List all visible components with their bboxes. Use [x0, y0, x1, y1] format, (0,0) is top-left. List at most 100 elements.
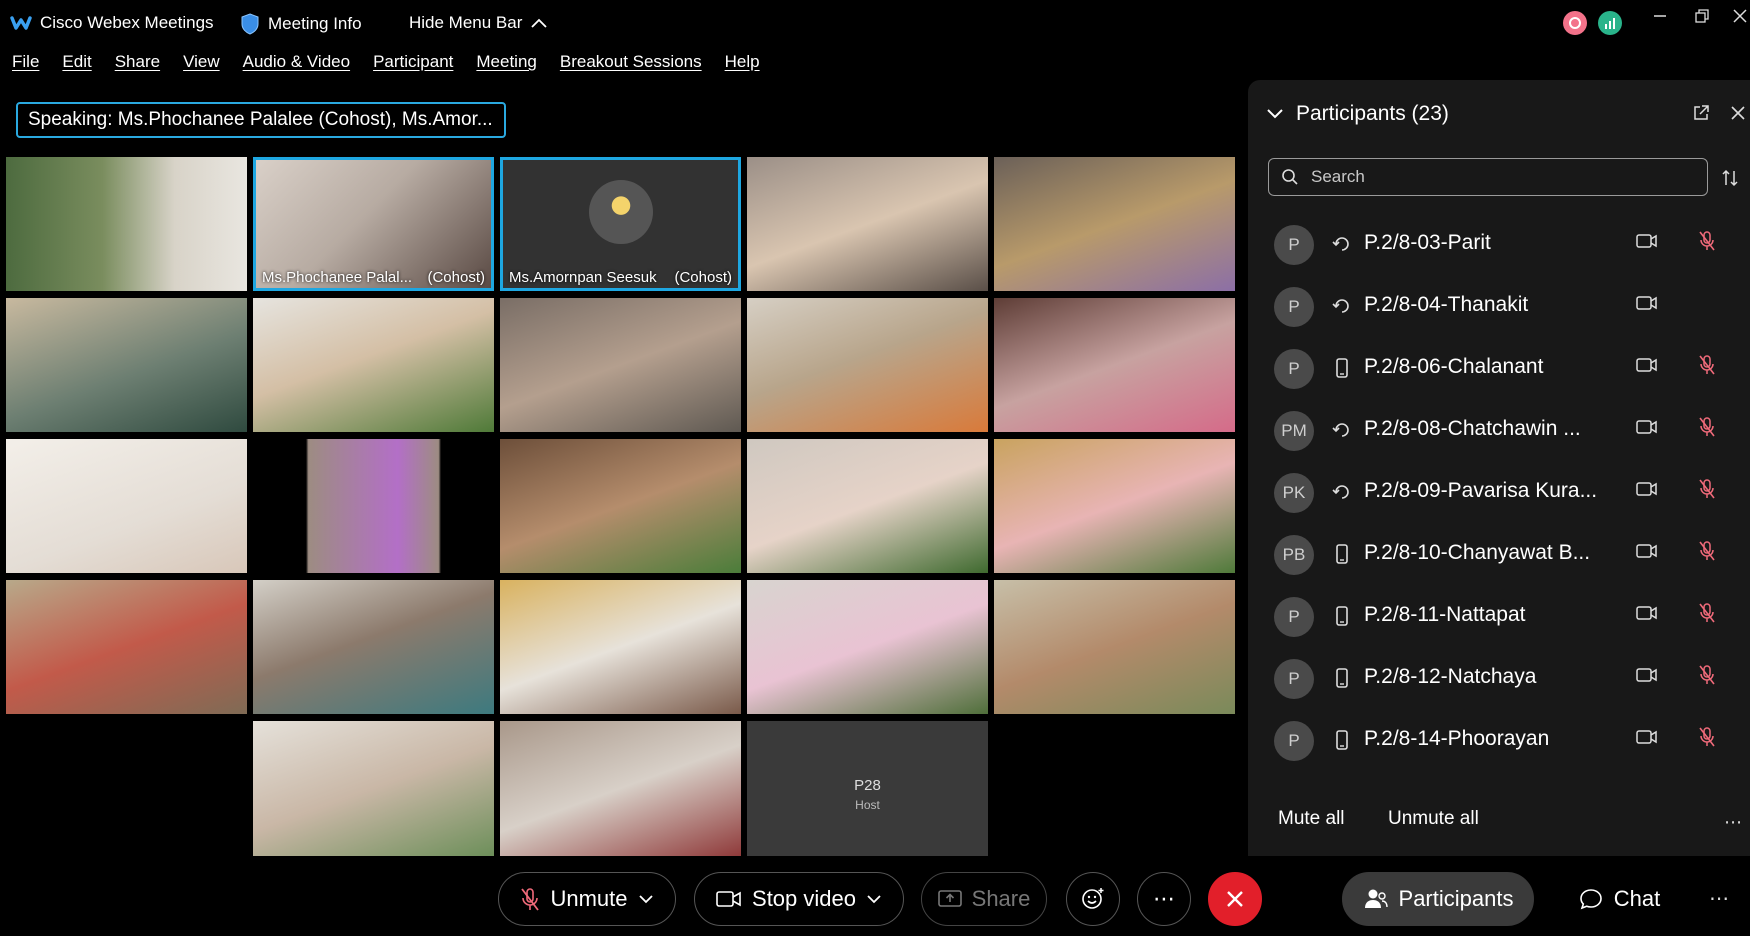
avatar: P	[1274, 349, 1314, 389]
unmute-all-button[interactable]: Unmute all	[1388, 808, 1479, 830]
close-window-icon[interactable]	[1732, 8, 1748, 24]
video-tile[interactable]	[500, 580, 741, 714]
more-icon[interactable]: ⋯	[1709, 886, 1729, 911]
video-tile[interactable]	[6, 157, 247, 291]
network-health-icon[interactable]	[1598, 11, 1622, 35]
search-input[interactable]	[1309, 166, 1693, 188]
video-tile[interactable]	[253, 298, 494, 432]
video-tile[interactable]	[747, 298, 988, 432]
sort-icon[interactable]	[1720, 168, 1740, 188]
camera-icon[interactable]	[1636, 233, 1658, 249]
menu-meeting[interactable]: Meeting	[476, 52, 536, 72]
video-tile[interactable]	[747, 439, 988, 573]
menu-file[interactable]: File	[12, 52, 39, 72]
menu-bar: File Edit Share View Audio & Video Parti…	[12, 52, 783, 72]
pop-out-icon[interactable]	[1692, 104, 1710, 122]
app-title: Cisco Webex Meetings	[10, 13, 214, 33]
muted-mic-icon[interactable]	[1698, 540, 1716, 562]
camera-icon[interactable]	[1636, 357, 1658, 373]
video-tile[interactable]	[6, 580, 247, 714]
participant-row[interactable]: P P.2/8-12-Natchaya	[1248, 644, 1750, 713]
sync-audio-icon	[1330, 418, 1354, 442]
video-tile[interactable]	[994, 580, 1235, 714]
menu-participant[interactable]: Participant	[373, 52, 453, 72]
video-tile[interactable]	[253, 580, 494, 714]
muted-mic-icon[interactable]	[1698, 354, 1716, 376]
share-button[interactable]: Share	[921, 872, 1047, 926]
speaking-names: Ms.Phochanee Palalee (Cohost), Ms.Amor..…	[117, 109, 493, 130]
video-tile[interactable]	[6, 298, 247, 432]
menu-breakout-sessions[interactable]: Breakout Sessions	[560, 52, 702, 72]
participant-name-label: Ms.Amornpan Seesuk	[509, 269, 657, 286]
participant-row[interactable]: PK P.2/8-09-Pavarisa Kura...	[1248, 458, 1750, 527]
camera-icon[interactable]	[1636, 481, 1658, 497]
webex-logo-icon	[10, 15, 32, 31]
camera-icon[interactable]	[1636, 605, 1658, 621]
participant-row[interactable]: P P.2/8-14-Phoorayan	[1248, 706, 1750, 775]
camera-icon[interactable]	[1636, 295, 1658, 311]
chevron-down-icon[interactable]	[1266, 108, 1284, 120]
more-options-button[interactable]: ⋯	[1137, 872, 1191, 926]
camera-icon[interactable]	[1636, 543, 1658, 559]
muted-mic-icon[interactable]	[1698, 664, 1716, 686]
leave-meeting-button[interactable]	[1208, 872, 1262, 926]
video-tile[interactable]	[6, 439, 247, 573]
avatar: PK	[1274, 473, 1314, 513]
participant-row[interactable]: PB P.2/8-10-Chanyawat B...	[1248, 520, 1750, 589]
video-tile[interactable]	[253, 721, 494, 856]
video-tile[interactable]	[994, 157, 1235, 291]
camera-icon[interactable]	[1636, 667, 1658, 683]
muted-mic-icon[interactable]	[1698, 230, 1716, 252]
muted-mic-icon[interactable]	[1698, 416, 1716, 438]
video-tile[interactable]	[500, 439, 741, 573]
reactions-button[interactable]	[1066, 872, 1120, 926]
video-tile[interactable]	[500, 298, 741, 432]
participant-row[interactable]: P P.2/8-03-Parit	[1248, 210, 1750, 279]
muted-mic-icon[interactable]	[1698, 602, 1716, 624]
video-tile[interactable]	[747, 580, 988, 714]
restore-icon[interactable]	[1694, 8, 1710, 24]
video-tile[interactable]	[253, 439, 494, 573]
video-tile[interactable]	[994, 298, 1235, 432]
participant-row[interactable]: P P.2/8-06-Chalanant	[1248, 334, 1750, 403]
muted-mic-icon[interactable]	[1698, 478, 1716, 500]
video-tile-amornpan[interactable]: Ms.Amornpan Seesuk (Cohost)	[500, 157, 741, 291]
phone-icon	[1330, 356, 1354, 380]
participant-row[interactable]: PM P.2/8-08-Chatchawin ...	[1248, 396, 1750, 465]
stop-video-button[interactable]: Stop video	[694, 872, 904, 926]
menu-audio-video[interactable]: Audio & Video	[243, 52, 350, 72]
chat-button[interactable]: Chat	[1556, 872, 1682, 926]
participants-button[interactable]: Participants	[1342, 872, 1534, 926]
muted-mic-icon[interactable]	[1698, 726, 1716, 748]
camera-icon[interactable]	[1636, 729, 1658, 745]
menu-help[interactable]: Help	[725, 52, 760, 72]
chevron-down-icon[interactable]	[866, 894, 882, 904]
video-tile[interactable]	[994, 439, 1235, 573]
video-tile-p28[interactable]: P28 Host	[747, 721, 988, 856]
video-tile[interactable]	[747, 157, 988, 291]
mute-all-button[interactable]: Mute all	[1278, 808, 1345, 830]
video-tile[interactable]	[500, 721, 741, 856]
recording-status-icon[interactable]	[1563, 11, 1587, 35]
hide-menu-bar-button[interactable]: Hide Menu Bar	[409, 13, 548, 33]
camera-icon[interactable]	[1636, 419, 1658, 435]
menu-edit[interactable]: Edit	[62, 52, 91, 72]
menu-view[interactable]: View	[183, 52, 220, 72]
participant-name: P.2/8-09-Pavarisa Kura...	[1364, 479, 1598, 502]
more-options-icon[interactable]: ⋯	[1724, 812, 1742, 833]
unmute-button[interactable]: Unmute	[498, 872, 676, 926]
participant-row[interactable]: P P.2/8-04-Thanakit	[1248, 272, 1750, 341]
phone-icon	[1330, 542, 1354, 566]
participant-row[interactable]: P P.2/8-11-Nattapat	[1248, 582, 1750, 651]
video-tile-phochanee[interactable]: Ms.Phochanee Palal... (Cohost)	[253, 157, 494, 291]
meeting-info-button[interactable]: Meeting Info	[240, 13, 362, 35]
minimize-icon[interactable]	[1652, 8, 1668, 24]
ellipsis-icon: ⋯	[1153, 886, 1175, 911]
phone-icon	[1330, 604, 1354, 628]
muted-mic-icon	[520, 886, 540, 912]
chevron-down-icon[interactable]	[638, 894, 654, 904]
stop-video-label: Stop video	[752, 886, 856, 911]
menu-share[interactable]: Share	[115, 52, 160, 72]
avatar: P	[1274, 721, 1314, 761]
close-panel-icon[interactable]	[1730, 105, 1746, 121]
